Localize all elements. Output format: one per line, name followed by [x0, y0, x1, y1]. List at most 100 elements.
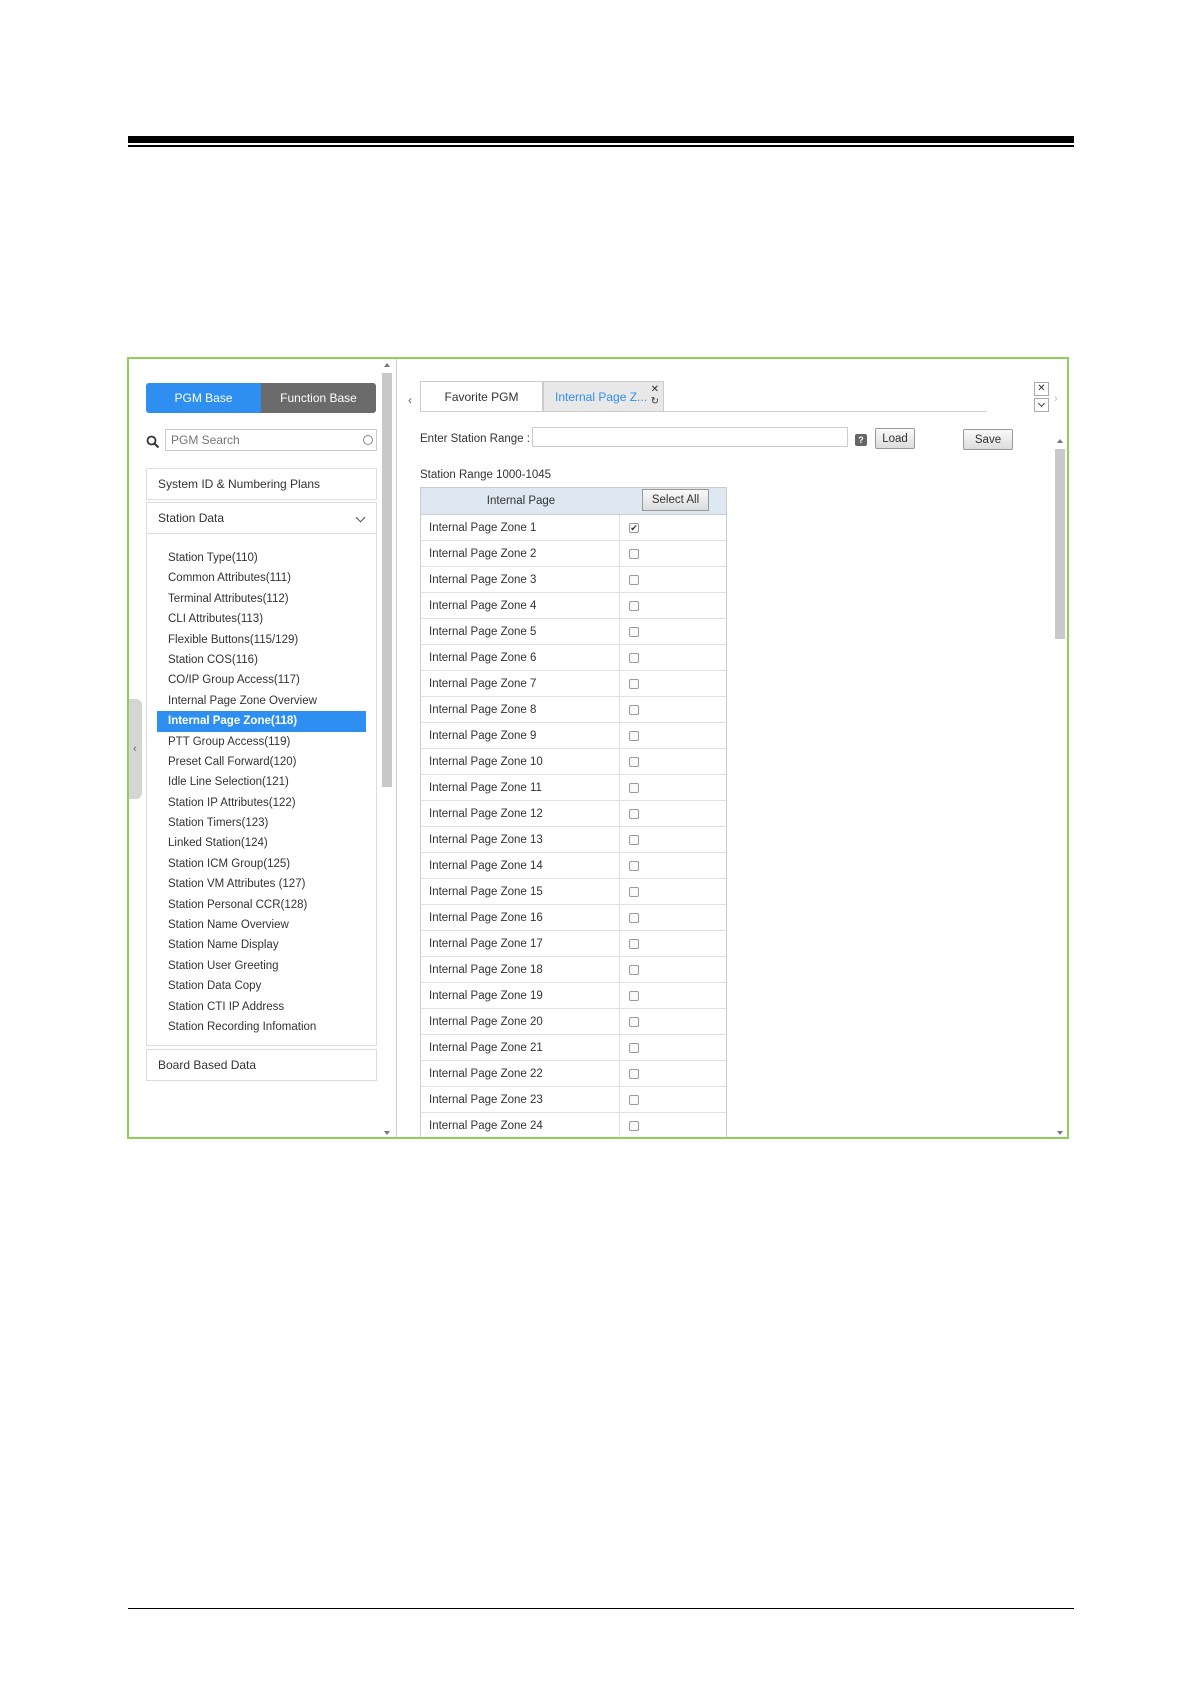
table-row: Internal Page Zone 2	[421, 541, 726, 567]
sidebar-item[interactable]: Station Timers(123)	[157, 813, 366, 833]
zone-checkbox[interactable]	[629, 1094, 639, 1105]
sidebar-item[interactable]: Station COS(116)	[157, 650, 366, 670]
station-data-menu: Station Type(110) Common Attributes(111) T…	[147, 533, 376, 1037]
tab-internal-page-zone[interactable]: Internal Page Z... ✕ ↻	[543, 381, 664, 411]
tab-list-dropdown-icon[interactable]	[1034, 398, 1049, 412]
grid-header: Internal Page Select All	[421, 488, 726, 515]
zone-name: Internal Page Zone 1	[421, 515, 620, 540]
sidebar-item[interactable]: Station Name Overview	[157, 915, 366, 935]
scroll-up-icon[interactable]	[384, 363, 390, 367]
sidebar-item[interactable]: Flexible Buttons(115/129)	[157, 630, 366, 650]
right-scrollbar[interactable]	[1054, 435, 1066, 1137]
zone-name: Internal Page Zone 11	[421, 775, 620, 800]
zone-checkbox[interactable]	[629, 912, 639, 923]
zone-checkbox[interactable]	[629, 860, 639, 871]
group-board-based[interactable]: Board Based Data	[146, 1049, 377, 1081]
function-base-button[interactable]: Function Base	[261, 383, 376, 413]
sidebar-item[interactable]: Internal Page Zone(118)	[157, 711, 366, 732]
sidebar-item[interactable]: Station Name Display	[157, 935, 366, 955]
right-scroll-thumb[interactable]	[1055, 449, 1065, 639]
zone-checkbox[interactable]: ✔	[629, 522, 639, 533]
pgm-search-input[interactable]	[165, 429, 377, 451]
sidebar-item[interactable]: Station ICM Group(125)	[157, 854, 366, 874]
zone-name: Internal Page Zone 22	[421, 1061, 620, 1086]
zone-checkbox[interactable]	[629, 652, 639, 663]
zone-checkbox[interactable]	[629, 678, 639, 689]
zone-checkbox[interactable]	[629, 574, 639, 585]
sidebar-item[interactable]: Linked Station(124)	[157, 833, 366, 853]
table-row: Internal Page Zone 5	[421, 619, 726, 645]
select-all-button[interactable]: Select All	[642, 489, 709, 511]
zone-checkbox[interactable]	[629, 782, 639, 793]
zone-checkbox[interactable]	[629, 756, 639, 767]
zone-checkbox[interactable]	[629, 600, 639, 611]
sidebar-item[interactable]: Station Personal CCR(128)	[157, 895, 366, 915]
zone-checkbox[interactable]	[629, 548, 639, 559]
help-icon[interactable]: ?	[855, 434, 867, 446]
tab-scroll-left-icon[interactable]: ‹	[408, 393, 412, 407]
table-row: Internal Page Zone 23	[421, 1087, 726, 1113]
table-row: Internal Page Zone 8	[421, 697, 726, 723]
zone-name: Internal Page Zone 18	[421, 957, 620, 982]
sidebar-item[interactable]: PTT Group Access(119)	[157, 732, 366, 752]
zone-checkbox[interactable]	[629, 1068, 639, 1079]
sidebar-item[interactable]: CO/IP Group Access(117)	[157, 670, 366, 690]
collapse-sidebar-handle[interactable]: ‹	[129, 699, 142, 799]
close-all-tabs-icon[interactable]: ✕	[1034, 382, 1049, 396]
zone-name: Internal Page Zone 4	[421, 593, 620, 618]
screenshot-frame: PGM Base Function Base System ID & Numbe…	[127, 357, 1069, 1139]
sidebar-item[interactable]: Station CTI IP Address	[157, 997, 366, 1017]
left-scroll-thumb[interactable]	[382, 373, 392, 787]
tab-scroll-right-icon[interactable]: ›	[1054, 393, 1058, 405]
zone-checkbox[interactable]	[629, 964, 639, 975]
clear-icon[interactable]	[363, 435, 373, 445]
left-scrollbar[interactable]	[381, 359, 393, 1137]
zone-name: Internal Page Zone 8	[421, 697, 620, 722]
sidebar-item[interactable]: Station Recording Infomation	[157, 1017, 366, 1037]
sidebar-item[interactable]: Station Data Copy	[157, 976, 366, 996]
zone-checkbox[interactable]	[629, 1016, 639, 1027]
zone-checkbox[interactable]	[629, 1120, 639, 1131]
zone-checkbox[interactable]	[629, 938, 639, 949]
zone-name: Internal Page Zone 6	[421, 645, 620, 670]
save-button[interactable]: Save	[963, 429, 1013, 450]
zone-checkbox[interactable]	[629, 808, 639, 819]
base-toggle: PGM Base Function Base	[146, 383, 376, 413]
station-range-input[interactable]	[532, 427, 848, 447]
group-system-id[interactable]: System ID & Numbering Plans	[146, 468, 377, 500]
pgm-base-button[interactable]: PGM Base	[146, 383, 261, 413]
tab-favorite-pgm[interactable]: Favorite PGM	[420, 381, 543, 411]
sidebar-item[interactable]: Preset Call Forward(120)	[157, 752, 366, 772]
zone-checkbox[interactable]	[629, 886, 639, 897]
load-button[interactable]: Load	[875, 428, 915, 449]
sidebar-item[interactable]: Internal Page Zone Overview	[157, 691, 366, 711]
zone-checkbox[interactable]	[629, 704, 639, 715]
zone-checkbox[interactable]	[629, 834, 639, 845]
table-row: Internal Page Zone 14	[421, 853, 726, 879]
sidebar-item[interactable]: Idle Line Selection(121)	[157, 772, 366, 792]
page-header-rule-thin	[128, 145, 1074, 147]
zone-name: Internal Page Zone 9	[421, 723, 620, 748]
sidebar-item[interactable]: Common Attributes(111)	[157, 568, 366, 588]
scroll-down-icon[interactable]	[1057, 1131, 1063, 1135]
zone-name: Internal Page Zone 24	[421, 1113, 620, 1137]
sidebar-item[interactable]: Terminal Attributes(112)	[157, 589, 366, 609]
sidebar-item[interactable]: Station User Greeting	[157, 956, 366, 976]
scroll-down-icon[interactable]	[384, 1131, 390, 1135]
tab-bar: Favorite PGM Internal Page Z... ✕ ↻	[420, 381, 664, 411]
sidebar-item[interactable]: CLI Attributes(113)	[157, 609, 366, 629]
zone-checkbox[interactable]	[629, 990, 639, 1001]
scroll-up-icon[interactable]	[1057, 439, 1063, 443]
sidebar-item[interactable]: Station VM Attributes (127)	[157, 874, 366, 894]
zone-checkbox[interactable]	[629, 626, 639, 637]
sidebar-item[interactable]: Station Type(110)	[157, 548, 366, 568]
group-station-data-header[interactable]: Station Data	[147, 503, 376, 533]
table-row: Internal Page Zone 21	[421, 1035, 726, 1061]
table-row: Internal Page Zone 1 ✔	[421, 515, 726, 541]
sidebar-item[interactable]: Station IP Attributes(122)	[157, 793, 366, 813]
refresh-icon[interactable]: ↻	[651, 396, 659, 407]
zone-checkbox[interactable]	[629, 1042, 639, 1053]
search-icon	[146, 435, 160, 449]
zone-checkbox[interactable]	[629, 730, 639, 741]
close-icon[interactable]: ✕	[651, 384, 659, 395]
